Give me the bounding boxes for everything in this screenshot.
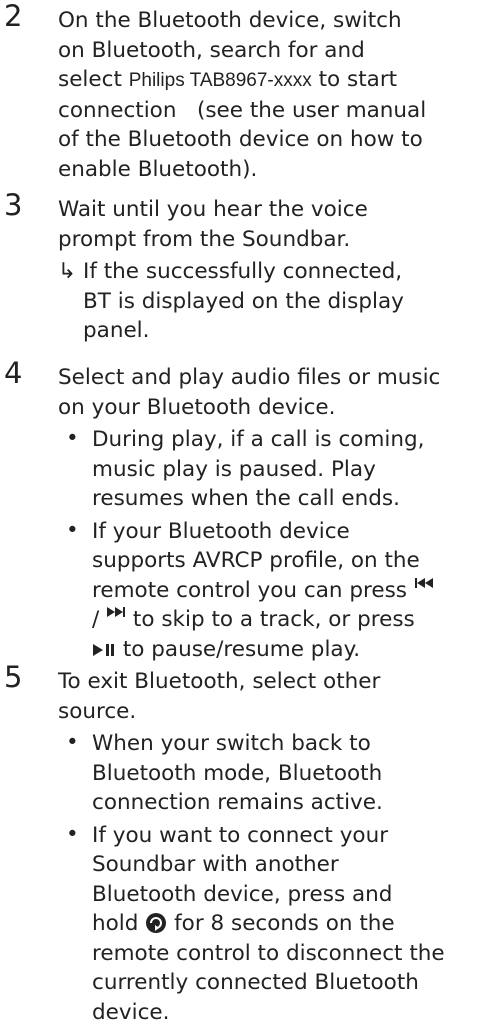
result-arrow-icon: ↳ (58, 257, 76, 287)
bullet-icon: • (66, 728, 79, 758)
prev-icon (414, 577, 434, 589)
bullet-icon: • (66, 424, 79, 454)
line: resumes when the call ends. (92, 484, 468, 514)
line: panel. (83, 316, 468, 346)
line: If the successfully connected, (83, 257, 468, 287)
line: enable Bluetooth). (58, 155, 468, 185)
next-icon (106, 606, 126, 618)
line: BT is displayed on the display (83, 287, 468, 317)
text: to start (312, 67, 397, 92)
step-number: 3 (4, 190, 22, 220)
text: for 8 seconds on the (174, 911, 395, 936)
text: to pause/resume play. (116, 637, 360, 662)
bullet-icon: • (66, 516, 79, 546)
line: On the Bluetooth device, switch (58, 6, 468, 36)
step-number: 5 (4, 662, 22, 692)
model-name: Philips TAB8967-xxxx (129, 70, 312, 91)
line: device. (92, 998, 468, 1027)
line: hold for 8 seconds on the (92, 909, 468, 939)
line: Bluetooth device, press and (92, 880, 468, 910)
step-text: On the Bluetooth device, switch on Bluet… (58, 6, 468, 184)
line: remote control you can press (92, 576, 468, 606)
step-4: 4 Select and play audio files or music o… (0, 363, 477, 664)
bullet-item: • If your Bluetooth device supports AVRC… (58, 517, 468, 665)
line: / to skip to a track, or press (92, 605, 468, 635)
line: Select and play audio files or music (58, 363, 468, 393)
line: connection (see the user manual (58, 96, 468, 126)
line: To exit Bluetooth, select other (58, 667, 468, 697)
line: to pause/resume play. (92, 635, 468, 665)
bullet-item: • During play, if a call is coming, musi… (58, 425, 468, 514)
play-pause-icon (92, 643, 116, 657)
line: on your Bluetooth device. (58, 393, 468, 423)
step-number: 4 (4, 358, 22, 388)
line: supports AVRCP profile, on the (92, 546, 468, 576)
line: on Bluetooth, search for and (58, 36, 468, 66)
step-number: 2 (4, 1, 22, 31)
line: Bluetooth mode, Bluetooth (92, 759, 468, 789)
text: hold (92, 911, 138, 936)
line: music play is paused. Play (92, 455, 468, 485)
pair-refresh-icon (145, 912, 167, 934)
line: If you want to connect your (92, 821, 468, 851)
line: During play, if a call is coming, (92, 425, 468, 455)
step-2: 2 On the Bluetooth device, switch on Blu… (0, 6, 477, 184)
bullet-icon: • (66, 820, 79, 850)
text: / (92, 607, 106, 632)
line: of the Bluetooth device on how to (58, 125, 468, 155)
step-text: To exit Bluetooth, select other source. (58, 667, 468, 726)
step-5: 5 To exit Bluetooth, select other source… (0, 667, 477, 1027)
result-note: ↳ If the successfully connected, BT is d… (58, 257, 468, 346)
line: prompt from the Soundbar. (58, 225, 468, 255)
line: When your switch back to (92, 729, 468, 759)
line: Soundbar with another (92, 850, 468, 880)
line: connection remains active. (92, 788, 468, 818)
line: If your Bluetooth device (92, 517, 468, 547)
line: Wait until you hear the voice (58, 195, 468, 225)
line: remote control to disconnect the (92, 939, 468, 969)
text: select (58, 67, 129, 92)
step-text: Select and play audio files or music on … (58, 363, 468, 422)
step-text: Wait until you hear the voice prompt fro… (58, 195, 468, 254)
text: remote control you can press (92, 578, 407, 603)
manual-page: 2 On the Bluetooth device, switch on Blu… (0, 0, 477, 998)
step-3: 3 Wait until you hear the voice prompt f… (0, 195, 477, 346)
text: to skip to a track, or press (126, 607, 415, 632)
line: currently connected Bluetooth (92, 968, 468, 998)
line: source. (58, 697, 468, 727)
line: select Philips TAB8967-xxxx to start (58, 65, 468, 96)
bullet-item: • When your switch back to Bluetooth mod… (58, 729, 468, 818)
bullet-item: • If you want to connect your Soundbar w… (58, 821, 468, 1027)
